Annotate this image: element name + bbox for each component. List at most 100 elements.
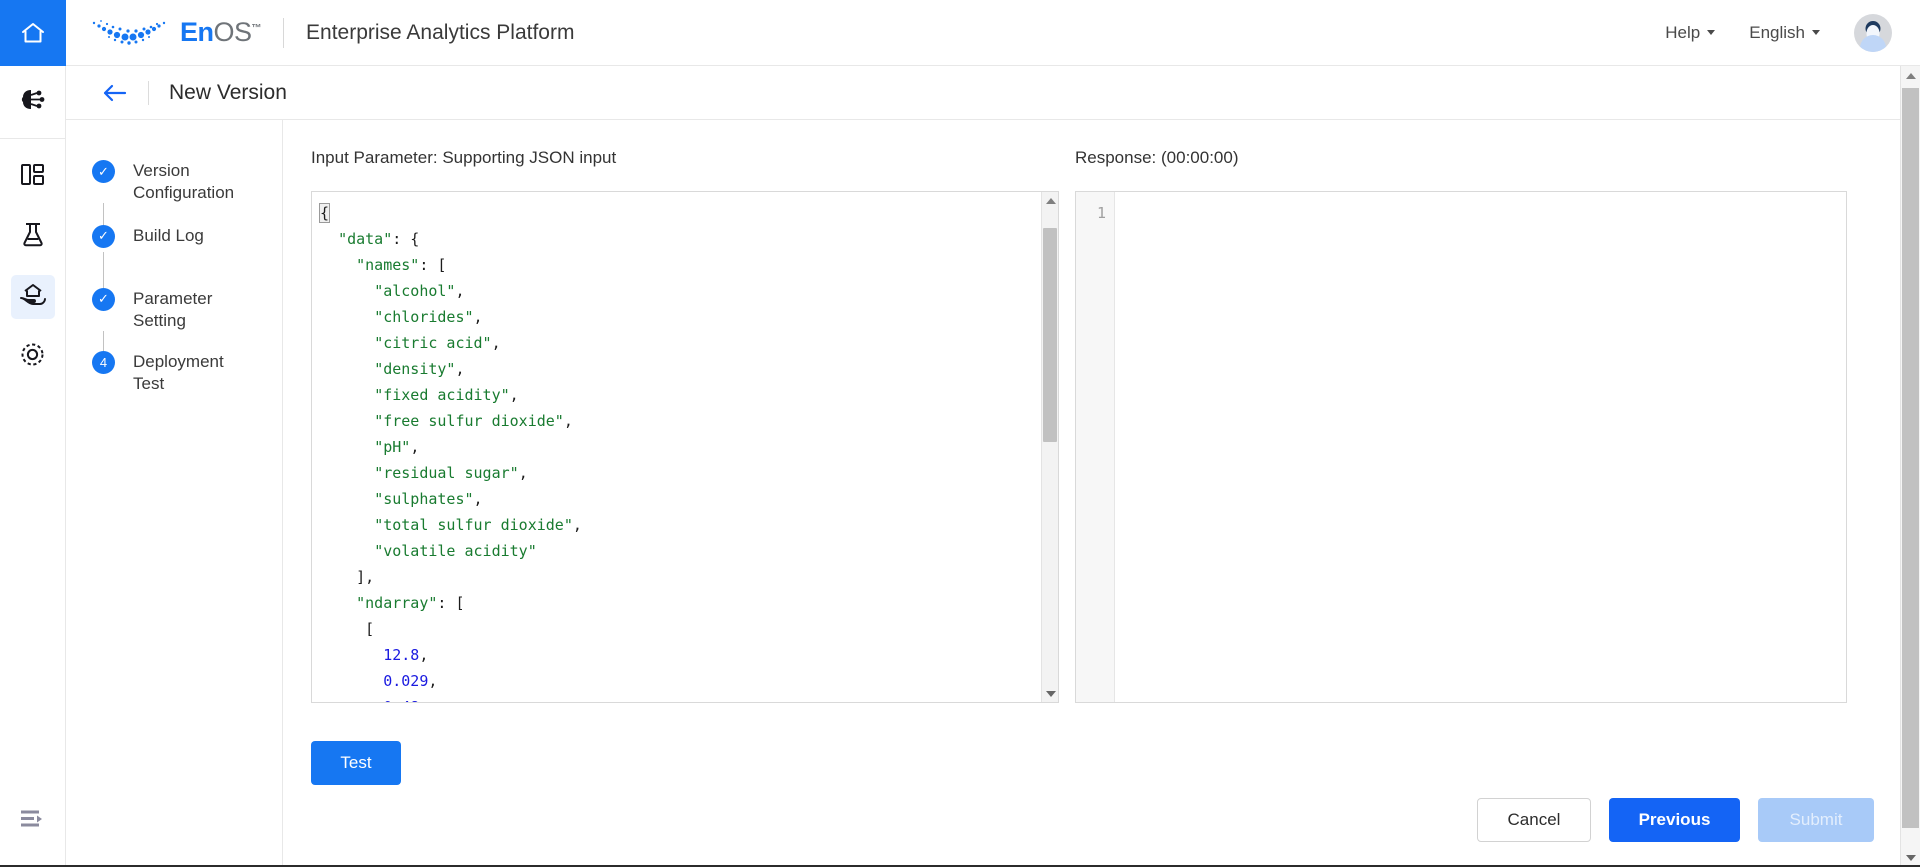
step-label-4: Deployment Test — [133, 351, 224, 394]
code-token: "sulphates" — [374, 490, 474, 508]
sidebar-item-experiments[interactable] — [11, 215, 55, 259]
page-header: New Version — [66, 66, 1904, 120]
step-marker-4: 4 — [92, 350, 115, 374]
previous-button[interactable]: Previous — [1609, 798, 1740, 842]
sidebar-item-settings[interactable] — [11, 335, 55, 379]
editor-vertical-scrollbar[interactable] — [1041, 192, 1058, 702]
response-line-numbers: 1 — [1076, 192, 1115, 702]
code-line: 12.8, — [320, 642, 1041, 668]
step-deployment-test[interactable]: 4 Deployment Test — [92, 350, 282, 396]
code-line: "names": [ — [320, 252, 1041, 278]
code-line: "chlorides", — [320, 304, 1041, 330]
code-line: "fixed acidity", — [320, 382, 1041, 408]
response-panel: Response: (00:00:00) 1 — [1075, 148, 1847, 785]
page-title: New Version — [169, 80, 287, 104]
step-label-3: Parameter Setting — [133, 288, 213, 331]
deployment-hand-icon — [19, 282, 47, 312]
back-arrow-icon[interactable] — [102, 83, 128, 103]
code-token: , — [473, 490, 483, 508]
code-token: 0.029 — [383, 672, 429, 690]
language-label: English — [1749, 22, 1805, 42]
code-token: "volatile acidity" — [374, 542, 537, 560]
code-token: : [ — [419, 256, 447, 274]
avatar[interactable] — [1854, 13, 1892, 52]
step-label-1: Version Configuration — [133, 161, 235, 203]
code-token: , — [509, 386, 519, 404]
code-token: , — [419, 698, 428, 702]
header-actions: Help English — [1665, 13, 1920, 52]
code-line: "alcohol", — [320, 278, 1041, 304]
help-label: Help — [1665, 22, 1701, 42]
code-token: "fixed acidity" — [374, 386, 510, 404]
home-button[interactable] — [0, 0, 66, 66]
code-line: "total sulfur dioxide", — [320, 512, 1041, 538]
rail-divider — [0, 138, 66, 139]
logo-text-os: OS — [213, 17, 253, 47]
code-line: "volatile acidity" — [320, 538, 1041, 564]
left-icon-rail — [0, 66, 66, 867]
code-token: : { — [392, 230, 420, 248]
code-token: : [ — [437, 594, 465, 612]
code-token: , — [572, 516, 582, 534]
code-token: "ndarray" — [356, 594, 438, 612]
code-token: "pH" — [374, 438, 411, 456]
step-version-configuration[interactable]: ✓ Version Configuration — [92, 160, 282, 205]
cancel-button[interactable]: Cancel — [1477, 798, 1591, 842]
code-token: , — [491, 334, 501, 352]
response-content[interactable] — [1115, 192, 1846, 702]
deployment-stepper: ✓ Version Configuration ✓ Build Log ✓ Pa… — [66, 120, 283, 867]
code-token: "density" — [374, 360, 456, 378]
input-parameter-panel: Input Parameter: Supporting JSON input {… — [311, 148, 1059, 785]
response-caption: Response: (00:00:00) — [1075, 148, 1239, 167]
submit-button[interactable]: Submit — [1758, 798, 1874, 842]
response-editor[interactable]: 1 — [1075, 191, 1847, 703]
test-button[interactable]: Test — [311, 741, 401, 785]
scroll-down-arrow-icon[interactable] — [1042, 685, 1058, 702]
input-parameter-caption: Input Parameter: Supporting JSON input — [311, 148, 617, 167]
editor-panels: Input Parameter: Supporting JSON input {… — [311, 148, 1904, 785]
brand-logo[interactable]: EnOS™ — [90, 16, 262, 50]
code-token: 12.8 — [383, 646, 420, 664]
sidebar-item-ai-model[interactable] — [11, 80, 55, 124]
collapse-sidebar-icon — [20, 809, 46, 834]
code-line: { — [318, 200, 1041, 226]
language-menu[interactable]: English — [1749, 23, 1820, 43]
ai-model-icon — [19, 87, 47, 118]
help-menu[interactable]: Help — [1665, 22, 1716, 43]
step-marker-3: ✓ — [92, 287, 115, 311]
json-code-content[interactable]: { "data": { "names": [ "alcohol", "chlor… — [312, 192, 1041, 702]
code-token: "chlorides" — [374, 308, 474, 326]
step-label-2: Build Log — [133, 225, 204, 245]
page-scroll-up-arrow-icon[interactable] — [1901, 66, 1920, 85]
settings-target-icon — [20, 342, 45, 372]
brand-divider — [283, 17, 285, 48]
lab-flask-icon — [21, 222, 45, 253]
json-input-editor[interactable]: { "data": { "names": [ "alcohol", "chlor… — [311, 191, 1059, 703]
scroll-up-arrow-icon[interactable] — [1042, 192, 1058, 209]
code-token: , — [455, 360, 465, 378]
page-vertical-scrollbar[interactable] — [1900, 66, 1920, 867]
code-line: 0.48, — [320, 694, 1041, 702]
code-token: { — [318, 203, 331, 223]
step-parameter-setting[interactable]: ✓ Parameter Setting — [92, 287, 282, 333]
chevron-down-icon — [1707, 30, 1716, 35]
code-token: "residual sugar" — [374, 464, 519, 482]
code-line: 0.029, — [320, 668, 1041, 694]
enos-dots-logo-icon — [92, 19, 166, 45]
sidebar-item-deployment[interactable] — [10, 275, 55, 319]
editor-scroll-thumb[interactable] — [1043, 228, 1057, 443]
collapse-sidebar-button[interactable] — [11, 799, 55, 843]
step-build-log[interactable]: ✓ Build Log — [92, 224, 282, 248]
step-connector-3 — [103, 330, 104, 351]
code-token: , — [473, 308, 483, 326]
step-marker-2: ✓ — [92, 224, 115, 248]
code-line: ], — [320, 564, 1041, 590]
code-line: "pH", — [320, 434, 1041, 460]
application-window: EnOS™ Enterprise Analytics Platform Help… — [0, 0, 1920, 867]
sidebar-item-dashboard[interactable] — [11, 155, 55, 199]
home-icon — [20, 21, 46, 45]
code-line: "data": { — [320, 226, 1041, 252]
code-token: [ — [365, 620, 375, 638]
page-scroll-thumb[interactable] — [1902, 88, 1919, 828]
page-body: ✓ Version Configuration ✓ Build Log ✓ Pa… — [66, 120, 1904, 867]
